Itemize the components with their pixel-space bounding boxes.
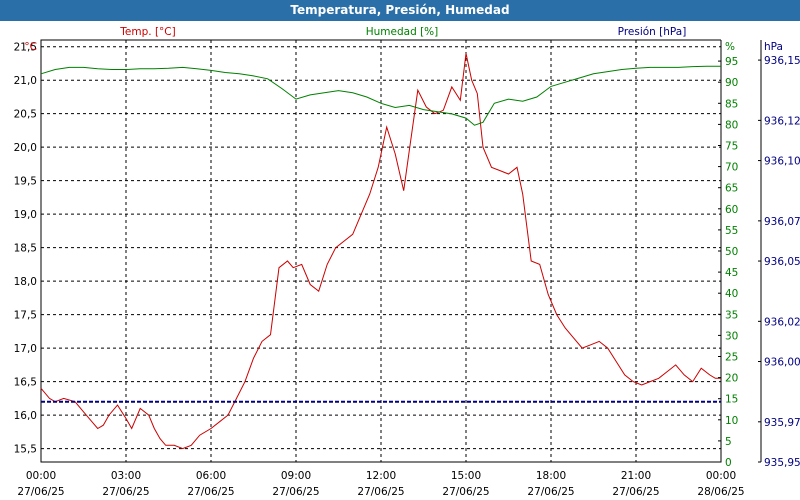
humidity-unit: % — [725, 41, 735, 53]
humidity-tick-label: 10 — [725, 415, 738, 427]
humidity-tick-label: 25 — [725, 352, 738, 364]
x-tick-date: 28/06/25 — [697, 486, 744, 498]
x-tick-time: 00:00 — [706, 470, 736, 482]
humidity-tick-label: 35 — [725, 309, 738, 321]
humidity-tick-label: 70 — [725, 162, 738, 174]
humidity-tick-label: 60 — [725, 204, 738, 216]
temp-tick-label: 21,0 — [14, 75, 37, 87]
humidity-tick-label: 55 — [725, 225, 738, 237]
x-tick-time: 15:00 — [451, 470, 481, 482]
pressure-tick-label: 936,12 — [764, 115, 800, 127]
x-tick-time: 09:00 — [281, 470, 311, 482]
humidity-tick-label: 80 — [725, 119, 738, 131]
humidity-tick-label: 5 — [725, 436, 732, 448]
x-tick-time: 06:00 — [196, 470, 226, 482]
temp-tick-label: 20,5 — [14, 109, 37, 121]
temp-tick-label: 20,0 — [14, 142, 37, 154]
temp-tick-label: 17,5 — [14, 310, 37, 322]
x-tick-time: 03:00 — [111, 470, 141, 482]
pressure-tick-label: 936,00 — [764, 357, 800, 369]
pressure-unit: hPa — [764, 41, 783, 53]
pressure-tick-label: 936,15 — [764, 55, 800, 67]
x-tick-date: 27/06/25 — [442, 486, 489, 498]
temp-tick-label: 16,5 — [14, 377, 37, 389]
humidity-tick-label: 50 — [725, 246, 738, 258]
pressure-tick-label: 935,95 — [764, 457, 800, 469]
x-tick-date: 27/06/25 — [272, 486, 319, 498]
x-tick-time: 12:00 — [366, 470, 396, 482]
pressure-tick-label: 936,05 — [764, 256, 800, 268]
x-tick-time: 21:00 — [621, 470, 651, 482]
temp-tick-label: 18,0 — [14, 276, 37, 288]
pressure-tick-label: 936,07 — [764, 216, 800, 228]
humidity-tick-label: 0 — [725, 457, 732, 469]
humidity-tick-label: 45 — [725, 267, 738, 279]
humidity-axis-title: Humedad [%] — [366, 26, 439, 38]
temp-unit: °C — [24, 41, 37, 53]
x-tick-date: 27/06/25 — [527, 486, 574, 498]
pressure-tick-label: 936,02 — [764, 316, 800, 328]
humidity-tick-label: 15 — [725, 394, 738, 406]
x-tick-time: 18:00 — [536, 470, 566, 482]
temp-tick-label: 15,5 — [14, 444, 37, 456]
humidity-tick-label: 75 — [725, 141, 738, 153]
pressure-tick-label: 936,10 — [764, 156, 800, 168]
humidity-tick-label: 90 — [725, 77, 738, 89]
humidity-tick-label: 20 — [725, 373, 738, 385]
temp-tick-label: 17,0 — [14, 343, 37, 355]
x-tick-date: 27/06/25 — [17, 486, 64, 498]
x-tick-date: 27/06/25 — [102, 486, 149, 498]
temp-tick-label: 19,0 — [14, 209, 37, 221]
humidity-tick-label: 85 — [725, 98, 738, 110]
x-tick-time: 00:00 — [26, 470, 56, 482]
temp-axis-title: Temp. [°C] — [119, 26, 175, 38]
temp-tick-label: 16,0 — [14, 410, 37, 422]
temp-tick-label: 19,5 — [14, 176, 37, 188]
humidity-tick-label: 95 — [725, 56, 738, 68]
pressure-tick-label: 935,97 — [764, 417, 800, 429]
chart-canvas: 00:00 27/06/25 03:00 27/06/25 06:00 27/06/25 0… — [14, 22, 800, 498]
humidity-tick-label: 30 — [725, 330, 738, 342]
pressure-axis-title: Presión [hPa] — [618, 26, 687, 38]
humidity-tick-label: 40 — [725, 288, 738, 300]
temp-tick-label: 18,5 — [14, 243, 37, 255]
x-tick-date: 27/06/25 — [357, 486, 404, 498]
x-tick-date: 27/06/25 — [187, 486, 234, 498]
humidity-tick-label: 65 — [725, 183, 738, 195]
x-tick-date: 27/06/25 — [612, 486, 659, 498]
